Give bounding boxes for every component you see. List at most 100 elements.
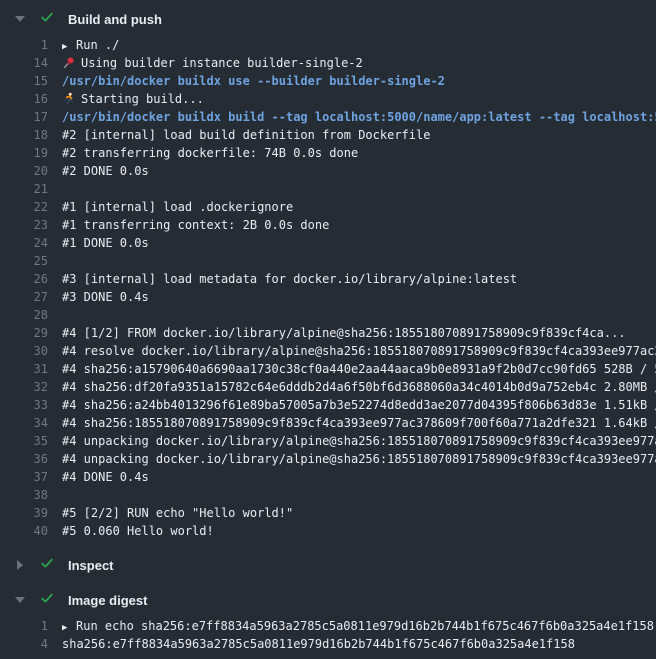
log-text: #4 unpacking docker.io/library/alpine@sh… (62, 450, 656, 468)
log-text-content: #1 [internal] load .dockerignore (62, 200, 293, 214)
log-text: /usr/bin/docker buildx build --tag local… (62, 108, 656, 126)
log-line: 21 (0, 180, 656, 198)
log-line: 18 #2 [internal] load build definition fr… (0, 126, 656, 144)
log-text-content: #4 unpacking docker.io/library/alpine@sh… (62, 434, 656, 448)
line-number[interactable]: 26 (0, 270, 48, 288)
line-number[interactable]: 1 (0, 617, 48, 635)
log-text: #3 DONE 0.4s (62, 288, 149, 306)
line-number[interactable]: 28 (0, 306, 48, 324)
line-number[interactable]: 39 (0, 504, 48, 522)
log-line: 25 (0, 252, 656, 270)
success-check-icon (26, 590, 55, 611)
log-text: #5 0.060 Hello world! (62, 522, 214, 540)
line-number[interactable]: 35 (0, 432, 48, 450)
log-line: 26 #3 [internal] load metadata for docker… (0, 270, 656, 288)
log-text-content: #3 DONE 0.4s (62, 290, 149, 304)
chevron-down-icon[interactable] (14, 597, 26, 603)
section-header-inspect[interactable]: Inspect (0, 554, 656, 576)
chevron-right-icon[interactable] (14, 560, 26, 570)
log-text-content: #4 sha256:a15790640a6690aa1730c38cf0a440… (62, 362, 656, 376)
log-line: 14 Using builder instance builder-single-… (0, 54, 656, 72)
log-text-content: #4 unpacking docker.io/library/alpine@sh… (62, 452, 656, 466)
log-line: 32 #4 sha256:df20fa9351a15782c64e6dddb2d4… (0, 378, 656, 396)
line-number[interactable]: 17 (0, 108, 48, 126)
section-title: Build and push (68, 12, 162, 27)
log-text: #1 [internal] load .dockerignore (62, 198, 293, 216)
log-text: #4 unpacking docker.io/library/alpine@sh… (62, 432, 656, 450)
line-number[interactable]: 38 (0, 486, 48, 504)
log-line: 20 #2 DONE 0.0s (0, 162, 656, 180)
line-number[interactable]: 34 (0, 414, 48, 432)
log-block-image-digest: 1 ▶Run echo sha256:e7ff8834a5963a2785c5a0… (0, 611, 656, 659)
line-number[interactable]: 31 (0, 360, 48, 378)
log-text-content: #4 DONE 0.4s (62, 470, 149, 484)
log-group-toggle[interactable]: ▶Run ./ (62, 36, 119, 54)
log-text: #4 DONE 0.4s (62, 468, 149, 486)
log-text: #5 [2/2] RUN echo "Hello world!" (62, 504, 293, 522)
log-text-content: Using builder instance builder-single-2 (81, 56, 363, 70)
log-text-content: #4 [1/2] FROM docker.io/library/alpine@s… (62, 326, 626, 340)
line-number[interactable]: 1 (0, 36, 48, 54)
log-text-content: #4 resolve docker.io/library/alpine@sha2… (62, 344, 656, 358)
line-number[interactable]: 22 (0, 198, 48, 216)
line-number[interactable]: 4 (0, 635, 48, 653)
log-text-content: #4 sha256:a24bb4013296f61e89ba57005a7b3e… (62, 398, 656, 412)
log-text-content: Run ./ (76, 38, 119, 52)
log-block-build-and-push: 1 ▶Run ./ 14 Using builder instance builder… (0, 30, 656, 546)
line-number[interactable]: 36 (0, 450, 48, 468)
expand-arrow-icon[interactable]: ▶ (62, 38, 76, 54)
line-number[interactable]: 37 (0, 468, 48, 486)
line-number[interactable]: 23 (0, 216, 48, 234)
line-number[interactable]: 19 (0, 144, 48, 162)
chevron-down-icon[interactable] (14, 16, 26, 22)
log-line: 16Starting build... (0, 90, 656, 108)
workflow-log: Build and push1▶Run ./14Using builder in… (0, 0, 656, 659)
line-number[interactable]: 32 (0, 378, 48, 396)
line-number[interactable]: 30 (0, 342, 48, 360)
line-number[interactable]: 33 (0, 396, 48, 414)
line-number[interactable]: 16 (0, 90, 48, 108)
line-number[interactable]: 21 (0, 180, 48, 198)
log-text: #1 DONE 0.0s (62, 234, 149, 252)
line-number[interactable]: 24 (0, 234, 48, 252)
log-line: 39 #5 [2/2] RUN echo "Hello world!" (0, 504, 656, 522)
log-text-content: #1 DONE 0.0s (62, 236, 149, 250)
log-line: 29 #4 [1/2] FROM docker.io/library/alpine… (0, 324, 656, 342)
line-number[interactable]: 20 (0, 162, 48, 180)
section-header-build-and-push[interactable]: Build and push (0, 8, 656, 30)
log-text-content: #3 [internal] load metadata for docker.i… (62, 272, 517, 286)
log-line: 1 ▶Run ./ (0, 36, 656, 54)
line-number[interactable]: 15 (0, 72, 48, 90)
log-text: #4 resolve docker.io/library/alpine@sha2… (62, 342, 656, 360)
log-line: 30 #4 resolve docker.io/library/alpine@sh… (0, 342, 656, 360)
line-number[interactable]: 14 (0, 54, 48, 72)
line-number[interactable]: 18 (0, 126, 48, 144)
log-text: #4 sha256:df20fa9351a15782c64e6dddb2d4a6… (62, 378, 656, 396)
log-text: #1 transferring context: 2B 0.0s done (62, 216, 329, 234)
log-text-content: #4 sha256:df20fa9351a15782c64e6dddb2d4a6… (62, 380, 656, 394)
log-text-content: #5 [2/2] RUN echo "Hello world!" (62, 506, 293, 520)
line-number[interactable]: 40 (0, 522, 48, 540)
section-header-image-digest[interactable]: Image digest (0, 589, 656, 611)
expand-arrow-icon[interactable]: ▶ (62, 619, 76, 635)
log-text-content: /usr/bin/docker buildx build --tag local… (62, 110, 656, 124)
runner-icon (62, 92, 81, 106)
log-text-content: #1 transferring context: 2B 0.0s done (62, 218, 329, 232)
log-text: sha256:e7ff8834a5963a2785c5a0811e979d16b… (62, 635, 575, 653)
log-line: 38 (0, 486, 656, 504)
line-number[interactable]: 25 (0, 252, 48, 270)
log-text: #4 [1/2] FROM docker.io/library/alpine@s… (62, 324, 626, 342)
log-text: #3 [internal] load metadata for docker.i… (62, 270, 517, 288)
log-text: #4 sha256:a24bb4013296f61e89ba57005a7b3e… (62, 396, 656, 414)
log-line: 37 #4 DONE 0.4s (0, 468, 656, 486)
log-text: #2 DONE 0.0s (62, 162, 149, 180)
log-group-toggle[interactable]: ▶Run echo sha256:e7ff8834a5963a2785c5a08… (62, 617, 654, 635)
success-check-icon (26, 9, 55, 30)
line-number[interactable]: 27 (0, 288, 48, 306)
section-title: Image digest (68, 593, 147, 608)
log-text-content: #5 0.060 Hello world! (62, 524, 214, 538)
log-line: 40 #5 0.060 Hello world! (0, 522, 656, 540)
log-text-content: #2 [internal] load build definition from… (62, 128, 430, 142)
log-line: 24 #1 DONE 0.0s (0, 234, 656, 252)
line-number[interactable]: 29 (0, 324, 48, 342)
